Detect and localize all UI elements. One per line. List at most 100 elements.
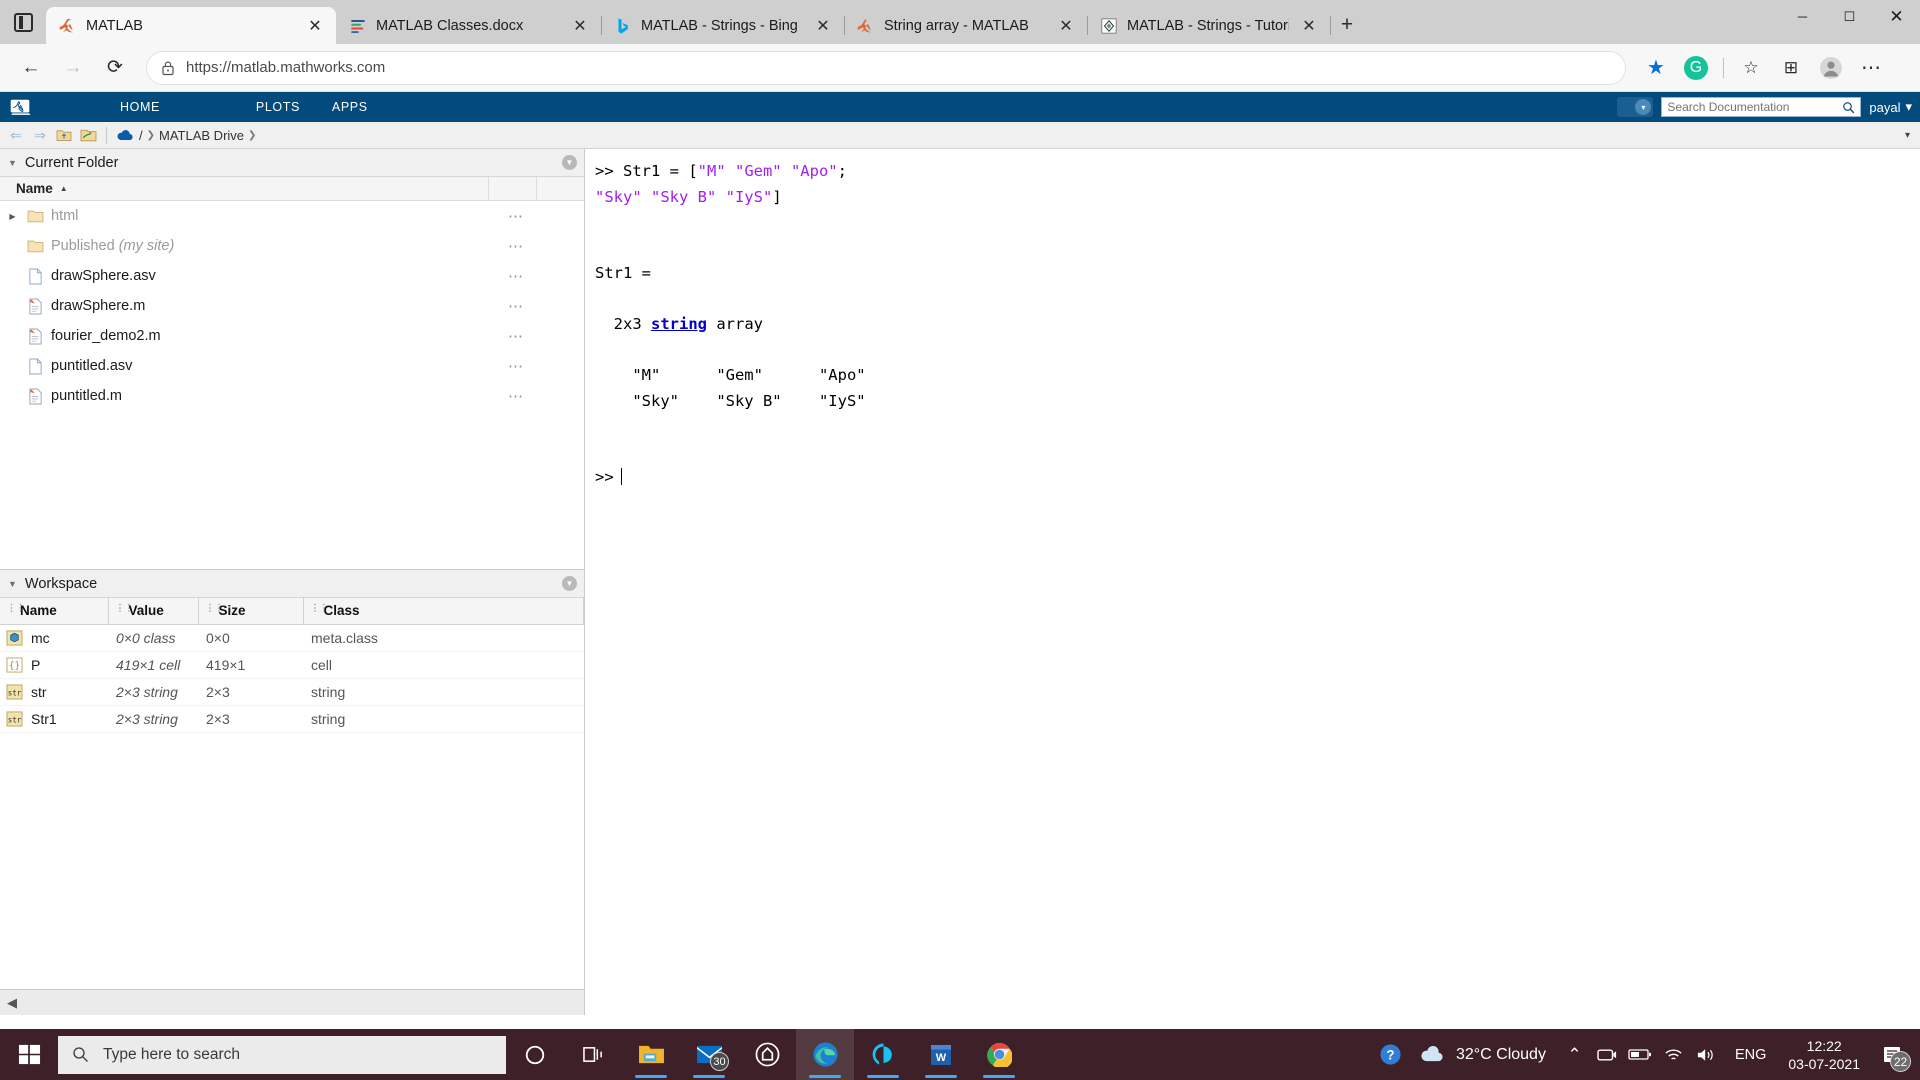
wifi-icon[interactable] (1657, 1029, 1690, 1080)
file-row[interactable]: fourier_demo2.m ⋯ (0, 321, 584, 351)
matlab-file-icon (25, 388, 45, 405)
column-header-name[interactable]: Name ▲ (0, 181, 488, 196)
tab-close-button[interactable]: ✕ (1055, 15, 1077, 37)
tab-close-button[interactable]: ✕ (1298, 15, 1320, 37)
show-hidden-icons-chevron[interactable]: ⌃ (1558, 1029, 1591, 1080)
taskbar-search-box[interactable]: Type here to search (58, 1035, 506, 1074)
breadcrumb-root[interactable]: / (139, 128, 143, 143)
taskbar-file-explorer-button[interactable] (622, 1029, 680, 1080)
onedrive-icon[interactable] (1591, 1029, 1624, 1080)
file-row[interactable]: Published (my site) ⋯ (0, 231, 584, 261)
taskbar-alexa-button[interactable] (854, 1029, 912, 1080)
up-folder-icon[interactable] (54, 125, 74, 145)
ribbon-collapse-toggle[interactable]: ▾ (1617, 97, 1654, 117)
tab-close-button[interactable]: ✕ (569, 15, 591, 37)
file-row-menu-icon[interactable]: ⋯ (508, 207, 524, 225)
file-row-menu-icon[interactable]: ⋯ (508, 387, 524, 405)
file-row-menu-icon[interactable]: ⋯ (508, 357, 524, 375)
notification-center-button[interactable]: 22 (1870, 1029, 1914, 1080)
tab-close-button[interactable]: ✕ (812, 15, 834, 37)
workspace-row[interactable]: {} P 419×1 cell 419×1 cell (0, 651, 584, 679)
folder-icon (25, 239, 45, 253)
favorite-star-icon[interactable]: ★ (1638, 50, 1674, 86)
file-row-menu-icon[interactable]: ⋯ (508, 237, 524, 255)
search-documentation-box[interactable] (1661, 97, 1862, 117)
file-row[interactable]: puntitled.asv ⋯ (0, 351, 584, 381)
file-row-menu-icon[interactable]: ⋯ (508, 297, 524, 315)
browser-more-icon[interactable]: ⋯ (1853, 50, 1889, 86)
workspace-column-class[interactable]: ⋮⋮ Class (303, 598, 584, 625)
nav-forward-icon[interactable]: ⇒ (30, 125, 50, 145)
favorites-icon[interactable]: ☆ (1733, 50, 1769, 86)
nav-back-icon[interactable]: ⇐ (6, 125, 26, 145)
browser-tab-matlab-strings-bing[interactable]: MATLAB - Strings - Bing ✕ (601, 7, 845, 44)
help-icon[interactable]: ? (1374, 1029, 1407, 1080)
matlab-file-icon (25, 298, 45, 315)
battery-icon[interactable] (1624, 1029, 1657, 1080)
plain-file-icon (25, 268, 45, 285)
volume-icon[interactable] (1690, 1029, 1723, 1080)
search-documentation-input[interactable] (1667, 100, 1839, 114)
workspace-row[interactable]: str str 2×3 string 2×3 string (0, 678, 584, 706)
ribbon-tab-plots[interactable]: PLOTS (240, 92, 316, 122)
workspace-row[interactable]: str Str1 2×3 string 2×3 string (0, 705, 584, 733)
variable-size-cell: 0×0 (198, 624, 303, 652)
ribbon-tab-home[interactable]: HOME (104, 92, 176, 122)
browser-tab-matlab-classes-docx[interactable]: MATLAB Classes.docx ✕ (336, 7, 602, 44)
matlab-app-icon[interactable] (0, 98, 40, 116)
tab-actions-icon[interactable] (0, 0, 46, 44)
panel-collapse-icon[interactable]: ▼ (8, 158, 17, 168)
browser-tab-matlab-strings-tutorialspoint[interactable]: MATLAB - Strings - Tutorialspoin ✕ (1087, 7, 1331, 44)
forward-button[interactable]: → (54, 49, 92, 87)
taskbar-weather-widget[interactable]: 32°C Cloudy (1407, 1045, 1558, 1064)
file-row-menu-icon[interactable]: ⋯ (508, 267, 524, 285)
tab-title: MATLAB - Strings - Tutorialspoin (1127, 17, 1289, 34)
address-bar[interactable]: https://matlab.mathworks.com (146, 50, 1626, 85)
start-button[interactable] (0, 1029, 58, 1080)
file-row-menu-icon[interactable]: ⋯ (508, 327, 524, 345)
ribbon-tab-apps[interactable]: APPS (316, 92, 384, 122)
window-maximize-button[interactable]: ☐ (1826, 0, 1873, 33)
file-row[interactable]: drawSphere.m ⋯ (0, 291, 584, 321)
tab-close-button[interactable]: ✕ (304, 15, 326, 37)
taskbar-cortana-button[interactable] (506, 1029, 564, 1080)
taskbar-amazon-button[interactable] (738, 1029, 796, 1080)
command-window[interactable]: >> Str1 = ["M" "Gem" "Apo"; "Sky" "Sky B"… (585, 149, 1920, 1015)
taskbar-task-view-button[interactable] (564, 1029, 622, 1080)
taskbar-edge-button[interactable] (796, 1029, 854, 1080)
user-menu[interactable]: payal ▾ (1869, 99, 1912, 115)
reload-button[interactable]: ⟳ (96, 49, 134, 87)
expand-arrow-icon[interactable]: ▶ (6, 212, 19, 221)
taskbar-clock[interactable]: 12:22 03-07-2021 (1778, 1037, 1870, 1073)
taskbar-word-button[interactable]: W (912, 1029, 970, 1080)
string-type-link[interactable]: string (651, 315, 707, 333)
profile-avatar[interactable] (1813, 50, 1849, 86)
language-indicator[interactable]: ENG (1723, 1047, 1778, 1063)
taskbar-chrome-button[interactable] (970, 1029, 1028, 1080)
collections-icon[interactable]: ⊞ (1773, 50, 1809, 86)
command-text: 2x3 (595, 315, 651, 333)
panel-options-icon[interactable]: ▼ (562, 576, 577, 591)
browser-tab-string-array-matlab[interactable]: String array - MATLAB ✕ (844, 7, 1088, 44)
panel-collapse-icon[interactable]: ▼ (8, 579, 17, 589)
window-minimize-button[interactable]: ─ (1779, 0, 1826, 33)
file-row[interactable]: ▶ html ⋯ (0, 201, 584, 231)
workspace-column-size[interactable]: ⋮⋮ Size (198, 598, 304, 625)
browser-tab-matlab[interactable]: MATLAB ✕ (46, 7, 336, 44)
workspace-column-name[interactable]: ⋮⋮ Name (0, 598, 109, 625)
breadcrumb-path[interactable]: MATLAB Drive (159, 128, 244, 143)
breadcrumb-divider (106, 126, 107, 144)
window-close-button[interactable]: ✕ (1873, 0, 1920, 33)
new-tab-button[interactable]: + (1330, 8, 1364, 42)
workspace-column-value[interactable]: ⋮⋮ Value (108, 598, 199, 625)
breadcrumb-expand-icon[interactable]: ▾ (1905, 130, 1910, 141)
grammarly-icon[interactable]: G (1678, 50, 1714, 86)
collapse-panel-icon[interactable]: ◀ (7, 995, 17, 1011)
file-row[interactable]: puntitled.m ⋯ (0, 381, 584, 411)
browse-folder-icon[interactable] (78, 125, 98, 145)
taskbar-mail-button[interactable]: 30 (680, 1029, 738, 1080)
panel-options-icon[interactable]: ▼ (562, 155, 577, 170)
file-row[interactable]: drawSphere.asv ⋯ (0, 261, 584, 291)
workspace-row[interactable]: mc 0×0 class 0×0 meta.class (0, 624, 584, 652)
back-button[interactable]: ← (12, 49, 50, 87)
